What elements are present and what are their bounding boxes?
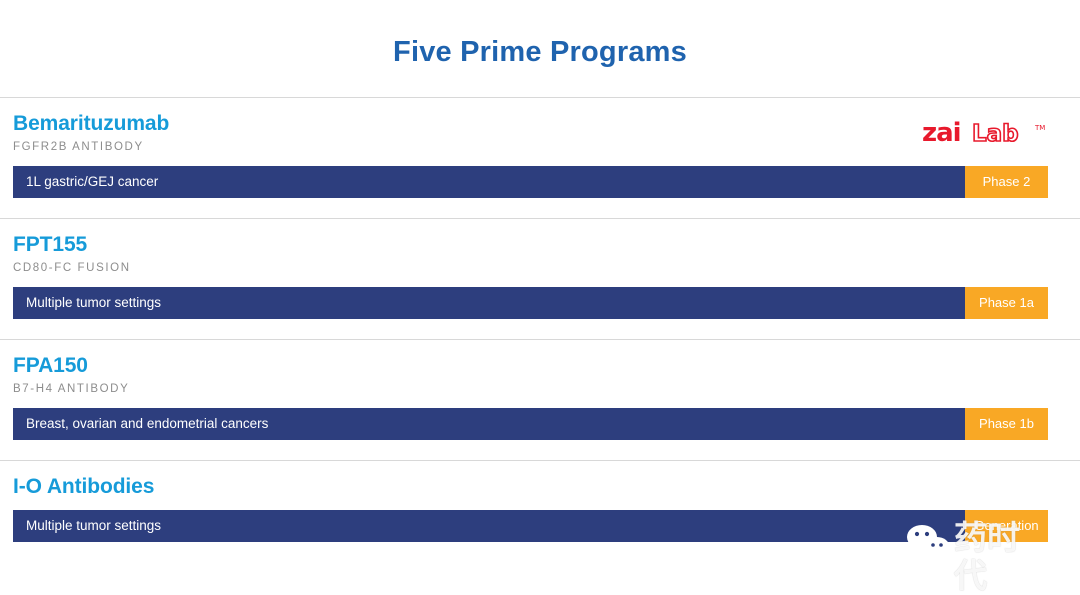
program-header-2: FPA150 B7-H4 ANTIBODY — [0, 340, 1080, 397]
indication-track-1: Multiple tumor settings — [13, 287, 1048, 319]
program-target-2: B7-H4 ANTIBODY — [13, 383, 130, 395]
program-spacer-2 — [0, 440, 1080, 460]
program-header-1: FPT155 CD80-FC FUSION — [0, 219, 1080, 276]
indication-bar-1: Multiple tumor settings Phase 1a — [13, 287, 1048, 319]
svg-text:TM: TM — [1034, 124, 1045, 132]
program-section-1: FPT155 CD80-FC FUSION Multiple tumor set… — [0, 219, 1080, 339]
program-section-0: Bemarituzumab FGFR2B ANTIBODY 1L gastric… — [0, 98, 1080, 218]
program-name-2: FPA150 — [13, 354, 88, 377]
indication-track-2: Breast, ovarian and endometrial cancers — [13, 408, 1048, 440]
program-name-1: FPT155 — [13, 233, 88, 256]
indication-label-0: 1L gastric/GEJ cancer — [26, 174, 159, 189]
program-target-0: FGFR2B ANTIBODY — [13, 141, 144, 153]
indication-track-3: Multiple tumor settings — [13, 510, 1048, 542]
phase-badge-0: Phase 2 — [965, 166, 1048, 198]
program-spacer-0 — [0, 198, 1080, 218]
indication-label-3: Multiple tumor settings — [26, 518, 162, 533]
phase-badge-1: Phase 1a — [965, 287, 1048, 319]
indication-bar-0: 1L gastric/GEJ cancer Phase 2 — [13, 166, 1048, 198]
indication-track-0: 1L gastric/GEJ cancer — [13, 166, 1048, 198]
program-header-0: Bemarituzumab FGFR2B ANTIBODY — [0, 98, 1080, 155]
program-header-3: I-O Antibodies — [0, 461, 1080, 499]
program-name-0: Bemarituzumab — [13, 112, 170, 135]
phase-badge-2: Phase 1b — [965, 408, 1048, 440]
indication-label-1: Multiple tumor settings — [26, 295, 162, 310]
program-spacer-1 — [0, 319, 1080, 339]
indication-label-2: Breast, ovarian and endometrial cancers — [26, 416, 269, 431]
indication-bar-2: Breast, ovarian and endometrial cancers … — [13, 408, 1048, 440]
program-target-1: CD80-FC FUSION — [13, 262, 131, 274]
page-title: Five Prime Programs — [393, 36, 687, 68]
program-section-3: I-O Antibodies Multiple tumor settings G… — [0, 461, 1080, 542]
svg-text:Lab: Lab — [972, 121, 1019, 147]
zailab-logo: zai Lab TM — [922, 118, 1050, 148]
program-section-2: FPA150 B7-H4 ANTIBODY Breast, ovarian an… — [0, 340, 1080, 460]
indication-bar-3: Multiple tumor settings Generation — [13, 510, 1048, 542]
svg-text:zai: zai — [922, 118, 961, 148]
phase-badge-3: Generation — [965, 510, 1048, 542]
program-name-3: I-O Antibodies — [13, 475, 155, 498]
